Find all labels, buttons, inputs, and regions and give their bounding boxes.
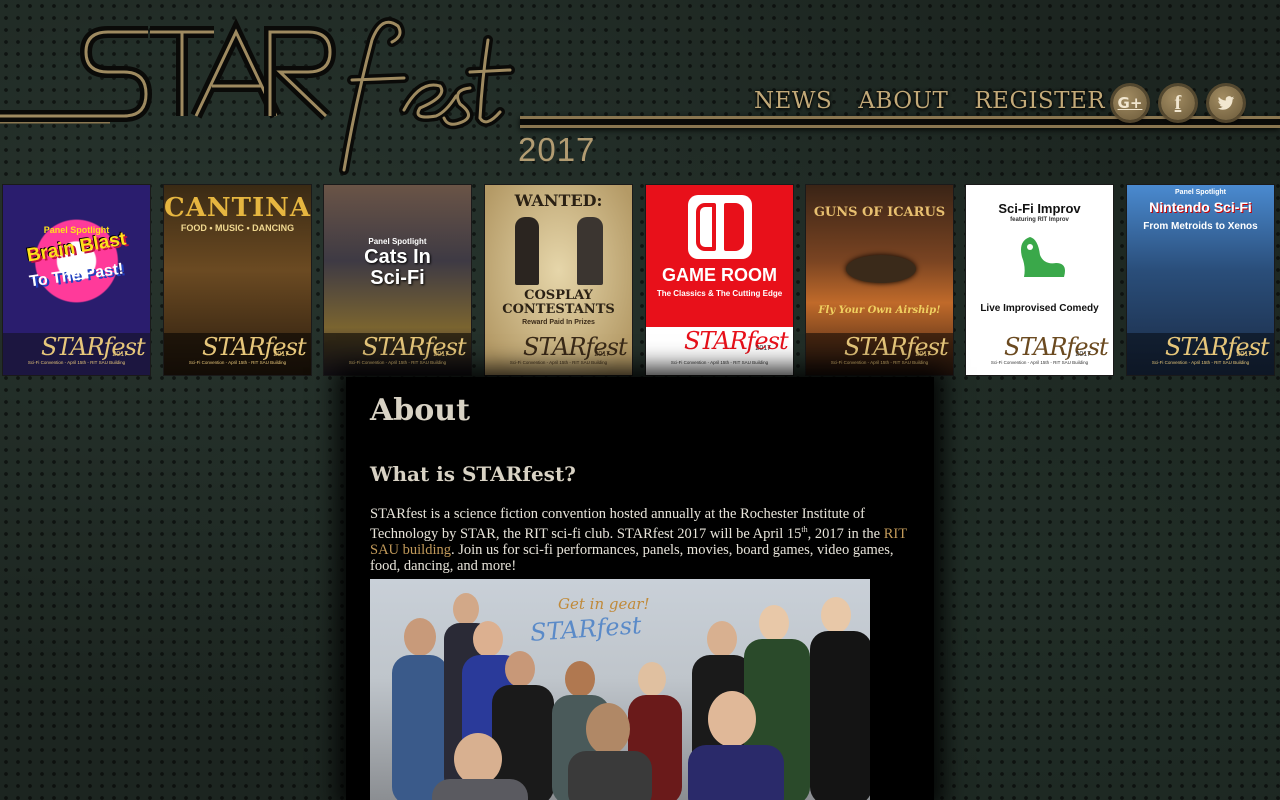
- poster-footer-logo: STARfest: [41, 333, 146, 361]
- poster-subtitle: COSPLAY CONTESTANTS: [502, 288, 615, 317]
- poster-title: Sci-Fi Improv: [998, 201, 1081, 216]
- poster-footer: STARfest 2017 Sci-Fi Convention - April …: [806, 333, 953, 375]
- poster-subtitle: Fly Your Own Airship!: [818, 305, 941, 316]
- poster-footer: STARfest 2017 Sci-Fi Convention - April …: [324, 333, 471, 375]
- poster-subtitle: From Metroids to Xenos: [1143, 221, 1258, 232]
- google-plus-glyph: G+: [1117, 94, 1143, 112]
- poster-title: Nintendo Sci-Fi: [1149, 199, 1252, 215]
- poster-footer-year: 2017: [755, 345, 771, 352]
- starfest-logo[interactable]: 2017: [0, 0, 620, 180]
- poster-figure-left: [515, 217, 539, 285]
- poster-footer-line: Sci-Fi Convention - April 15th - RIT SAU…: [27, 360, 126, 365]
- poster-subtitle: The Classics & The Cutting Edge: [656, 289, 783, 298]
- poster-brain-blast[interactable]: Panel Spotlight Brain Blast To The Past!…: [2, 184, 151, 376]
- poster-game-room[interactable]: GAME ROOM The Classics & The Cutting Edg…: [645, 184, 794, 376]
- poster-footer: STARfest 2017 Sci-Fi Convention - April …: [164, 333, 311, 375]
- poster-subtitle: Live Improvised Comedy: [980, 303, 1099, 314]
- poster-footer-year: 2017: [1236, 351, 1252, 358]
- poster-footer-year: 2017: [112, 351, 128, 358]
- poster-footer-line: Sci-Fi Convention - April 15th - RIT SAU…: [348, 360, 447, 365]
- poster-tagline: Reward Paid In Prizes: [522, 319, 595, 326]
- poster-kicker: Panel Spotlight: [368, 237, 427, 246]
- improv-mask-icon: [1021, 237, 1065, 277]
- poster-footer-line: Sci-Fi Convention - April 15th - RIT SAU…: [830, 360, 929, 365]
- poster-footer-line: Sci-Fi Convention - April 15th - RIT SAU…: [1151, 360, 1250, 365]
- nav-news[interactable]: NEWS: [754, 88, 832, 114]
- poster-footer-year: 2017: [1075, 351, 1091, 358]
- poster-title: GAME ROOM: [662, 265, 777, 285]
- logo-year: 2017: [518, 131, 596, 168]
- about-paragraph: STARfest is a science fiction convention…: [370, 506, 910, 574]
- switch-logo-icon: [688, 195, 752, 259]
- poster-subtitle: FOOD • MUSIC • DANCING: [180, 223, 295, 233]
- poster-title: WANTED:: [514, 191, 603, 210]
- airship-shape: [846, 255, 916, 283]
- whiteboard-caption: Get in gear!: [558, 595, 650, 613]
- poster-footer: STARfest 2017 Sci-Fi Convention - April …: [966, 333, 1113, 375]
- poster-footer-year: 2017: [433, 351, 449, 358]
- poster-footer-line: Sci-Fi Convention - April 15th - RIT SAU…: [509, 360, 608, 365]
- about-panel: About What is STARfest? STARfest is a sc…: [346, 377, 934, 800]
- poster-title: GUNS OF ICARUS: [813, 205, 946, 220]
- poster-figure-right: [577, 217, 603, 285]
- poster-footer-line: Sci-Fi Convention - April 15th - RIT SAU…: [188, 360, 287, 365]
- poster-cats-in-sci-fi[interactable]: Panel Spotlight Cats In Sci-Fi STARfest …: [323, 184, 472, 376]
- poster-footer-year: 2017: [273, 351, 289, 358]
- twitter-icon[interactable]: [1209, 86, 1243, 120]
- poster-cosplay-contestants[interactable]: WANTED: COSPLAY CONTESTANTS Reward Paid …: [484, 184, 633, 376]
- header-rule: [520, 116, 1280, 128]
- poster-kicker: featuring RIT Improv: [1010, 217, 1069, 223]
- poster-footer-year: 2017: [594, 351, 610, 358]
- poster-footer-logo: STARfest: [523, 333, 628, 361]
- poster-footer: STARfest 2017 Sci-Fi Convention - April …: [3, 333, 150, 375]
- twitter-bird-glyph: [1217, 95, 1235, 110]
- poster-footer: STARfest 2017 Sci-Fi Convention - April …: [646, 327, 793, 375]
- event-poster-strip: Panel Spotlight Brain Blast To The Past!…: [0, 184, 1280, 377]
- facebook-glyph: f: [1174, 91, 1182, 114]
- poster-title: Cats In Sci-Fi: [364, 246, 431, 289]
- poster-footer: STARfest 2017 Sci-Fi Convention - April …: [1127, 333, 1274, 375]
- page-title: About: [370, 393, 470, 428]
- facebook-icon[interactable]: f: [1161, 86, 1195, 120]
- poster-footer-logo: STARfest: [1004, 333, 1109, 361]
- poster-footer-line: Sci-Fi Convention - April 15th - RIT SAU…: [670, 360, 769, 365]
- main-nav: NEWS ABOUT REGISTER: [754, 88, 1105, 114]
- poster-guns-of-icarus[interactable]: GUNS OF ICARUS Fly Your Own Airship! STA…: [805, 184, 954, 376]
- group-photo: Get in gear! STARfest: [370, 579, 870, 800]
- poster-footer-logo: STARfest: [1165, 333, 1270, 361]
- poster-footer-logo: STARfest: [202, 333, 307, 361]
- poster-title: CANTINA: [164, 193, 312, 223]
- section-heading: What is STARfest?: [370, 462, 576, 486]
- google-plus-icon[interactable]: G+: [1113, 86, 1147, 120]
- about-text-1: STARfest is a science fiction convention…: [370, 506, 865, 542]
- site-header: 2017 NEWS ABOUT REGISTER G+ f: [0, 0, 1280, 180]
- poster-kicker: Panel Spotlight: [1175, 189, 1226, 196]
- poster-footer-year: 2017: [915, 351, 931, 358]
- nav-about[interactable]: ABOUT: [858, 88, 948, 114]
- poster-sci-fi-improv[interactable]: Sci-Fi Improv featuring RIT Improv Live …: [965, 184, 1114, 376]
- poster-footer-line: Sci-Fi Convention - April 15th - RIT SAU…: [990, 360, 1089, 365]
- poster-footer-logo: STARfest: [844, 333, 949, 361]
- poster-footer-logo: STARfest: [684, 327, 789, 355]
- about-text-2: , 2017 in the: [807, 525, 884, 542]
- poster-footer-logo: STARfest: [362, 333, 467, 361]
- poster-footer: STARfest 2017 Sci-Fi Convention - April …: [485, 333, 632, 375]
- poster-nintendo-sci-fi[interactable]: Panel Spotlight Nintendo Sci-Fi From Met…: [1126, 184, 1275, 376]
- poster-cantina[interactable]: CANTINA FOOD • MUSIC • DANCING STARfest …: [163, 184, 312, 376]
- nav-register[interactable]: REGISTER: [974, 88, 1105, 114]
